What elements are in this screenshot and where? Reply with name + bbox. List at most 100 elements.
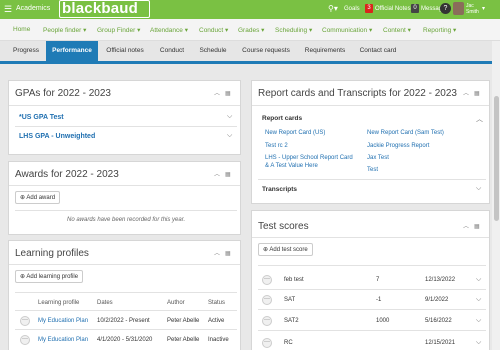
goals-link[interactable]: Goals [344, 6, 360, 12]
tab-conduct[interactable]: Conduct [152, 41, 192, 61]
row-actions-button[interactable]: ··· [262, 295, 272, 305]
collapse-icon[interactable]: ︿ [463, 224, 469, 230]
report-card-link[interactable]: LHS - Upper School Report Card [265, 155, 353, 161]
test-date: 12/13/2022 [425, 277, 456, 283]
section-label[interactable]: Academics [16, 5, 50, 12]
column-header[interactable]: Dates [97, 300, 113, 306]
row-actions-button[interactable]: ··· [20, 335, 30, 345]
report-card-link[interactable]: New Report Card (Sam Test) [367, 130, 444, 136]
learning-profile-author: Peter Abelle [167, 337, 200, 343]
learning-profile-dates: 4/1/2020 - 5/31/2020 [97, 337, 153, 343]
add-award-label: Add award [26, 195, 56, 201]
logo[interactable]: blackbaud [59, 0, 150, 18]
chevron-down-icon[interactable]: ⌵ [476, 185, 481, 193]
report-card-link[interactable]: Test rc 2 [265, 143, 288, 149]
tab-official-notes[interactable]: Official notes [98, 41, 152, 61]
tab-contact-card[interactable]: Contact card [352, 41, 404, 61]
tab-requirements[interactable]: Requirements [298, 41, 352, 61]
chevron-down-icon[interactable]: ⌵ [476, 276, 481, 284]
report-card-link[interactable]: Test [367, 167, 378, 173]
chevron-down-icon[interactable]: ⌵ [227, 113, 232, 121]
report-card-link[interactable]: Jackie Progress Report [367, 143, 429, 149]
panel-menu-icon[interactable]: ▦ [474, 224, 480, 230]
learning-profile-link[interactable]: My Education Plan [38, 337, 88, 343]
chevron-down-icon[interactable]: ⌵ [476, 339, 481, 347]
gpa-item[interactable]: LHS GPA - Unweighted [19, 133, 95, 140]
nav-conduct[interactable]: Conduct ▾ [199, 26, 228, 34]
official-notes-link[interactable]: Official Notes [375, 6, 411, 12]
nav-reporting[interactable]: Reporting ▾ [423, 26, 456, 34]
panel-tools: ︿ ▦ [458, 88, 480, 97]
hamburger-icon[interactable]: ☰ [4, 4, 12, 15]
collapse-icon[interactable]: ︿ [214, 91, 220, 97]
collapse-icon[interactable]: ︿ [214, 251, 220, 257]
learning-profile-link[interactable]: My Education Plan [38, 318, 88, 324]
divider [15, 210, 237, 211]
chevron-down-icon[interactable]: ⌵ [227, 132, 232, 140]
row-actions-button[interactable]: ··· [262, 316, 272, 326]
chevron-up-icon[interactable]: ︿ [476, 114, 483, 124]
panel-tools: ︿ ▦ [458, 221, 480, 230]
scrollbar-thumb[interactable] [494, 96, 499, 221]
report-card-link[interactable]: New Report Card (US) [265, 130, 325, 136]
tab-bar: Progress Performance Official notes Cond… [0, 41, 500, 64]
column-header[interactable]: Author [167, 300, 185, 306]
collapse-icon[interactable]: ︿ [463, 91, 469, 97]
nav-communication[interactable]: Communication ▾ [322, 26, 372, 34]
test-date: 9/1/2022 [425, 297, 449, 303]
report-cards-heading[interactable]: Report cards [262, 115, 302, 122]
column-header[interactable]: Learning profile [38, 300, 79, 306]
divider [15, 310, 237, 311]
search-icon[interactable]: ⚲▾ [328, 4, 338, 13]
column-header[interactable]: Status [208, 300, 225, 306]
chevron-down-icon[interactable]: ⌵ [476, 296, 481, 304]
transcripts-heading[interactable]: Transcripts [262, 186, 297, 193]
tab-schedule[interactable]: Schedule [192, 41, 234, 61]
tab-course-requests[interactable]: Course requests [234, 41, 298, 61]
learning-profile-dates: 10/2/2022 - Present [97, 318, 150, 324]
test-scores-panel-title: Test scores [258, 221, 309, 232]
nav-grades[interactable]: Grades ▾ [238, 26, 264, 34]
add-learning-profile-label: Add learning profile [26, 274, 79, 280]
divider [258, 265, 486, 266]
collapse-icon[interactable]: ︿ [214, 172, 220, 178]
report-card-link-cont[interactable]: & A Test Value Here [265, 163, 318, 169]
divider [258, 330, 486, 331]
add-learning-profile-button[interactable]: ⊕ Add learning profile [15, 270, 84, 283]
panel-menu-icon[interactable]: ▦ [474, 91, 480, 97]
nav-home[interactable]: Home [13, 26, 30, 33]
row-actions-button[interactable]: ··· [20, 316, 30, 326]
learning-profile-status: Active [208, 318, 225, 324]
learning-profiles-panel: Learning profiles ︿ ▦ ⊕ Add learning prof… [8, 240, 241, 350]
add-test-score-button[interactable]: ⊕ Add test score [258, 243, 313, 256]
awards-empty-text: No awards have been recorded for this ye… [67, 217, 186, 223]
row-actions-button[interactable]: ··· [262, 275, 272, 285]
panel-menu-icon[interactable]: ▦ [225, 172, 231, 178]
gpa-item[interactable]: *US GPA Test [19, 114, 64, 121]
user-name[interactable]: Jac Smith [466, 3, 479, 15]
nav-content[interactable]: Content ▾ [383, 26, 411, 34]
nav-people-finder[interactable]: People finder ▾ [43, 26, 86, 34]
nav-scheduling[interactable]: Scheduling ▾ [275, 26, 312, 34]
panel-tools: ︿ ▦ [209, 88, 231, 97]
awards-panel-title: Awards for 2022 - 2023 [15, 169, 119, 180]
test-score: 1000 [376, 318, 390, 324]
messages-count-badge[interactable]: 0 [411, 4, 419, 13]
avatar[interactable] [453, 2, 464, 15]
report-card-link[interactable]: Jax Test [367, 155, 389, 161]
panel-menu-icon[interactable]: ▦ [225, 91, 231, 97]
add-award-button[interactable]: ⊕ Add award [15, 191, 61, 204]
tab-progress[interactable]: Progress [6, 41, 46, 61]
user-menu-caret-icon[interactable]: ▾ [482, 5, 485, 12]
chevron-down-icon[interactable]: ⌵ [476, 317, 481, 325]
nav-group-finder[interactable]: Group Finder ▾ [97, 26, 140, 34]
tab-performance[interactable]: Performance [46, 41, 98, 61]
help-icon[interactable]: ? [440, 3, 451, 14]
panel-tools: ︿ ▦ [209, 169, 231, 178]
notes-count-badge[interactable]: 3 [365, 4, 373, 13]
test-date: 5/16/2022 [425, 318, 452, 324]
user-last-name: Smith [466, 9, 479, 15]
nav-attendance[interactable]: Attendance ▾ [150, 26, 188, 34]
panel-menu-icon[interactable]: ▦ [225, 251, 231, 257]
row-actions-button[interactable]: ··· [262, 338, 272, 348]
